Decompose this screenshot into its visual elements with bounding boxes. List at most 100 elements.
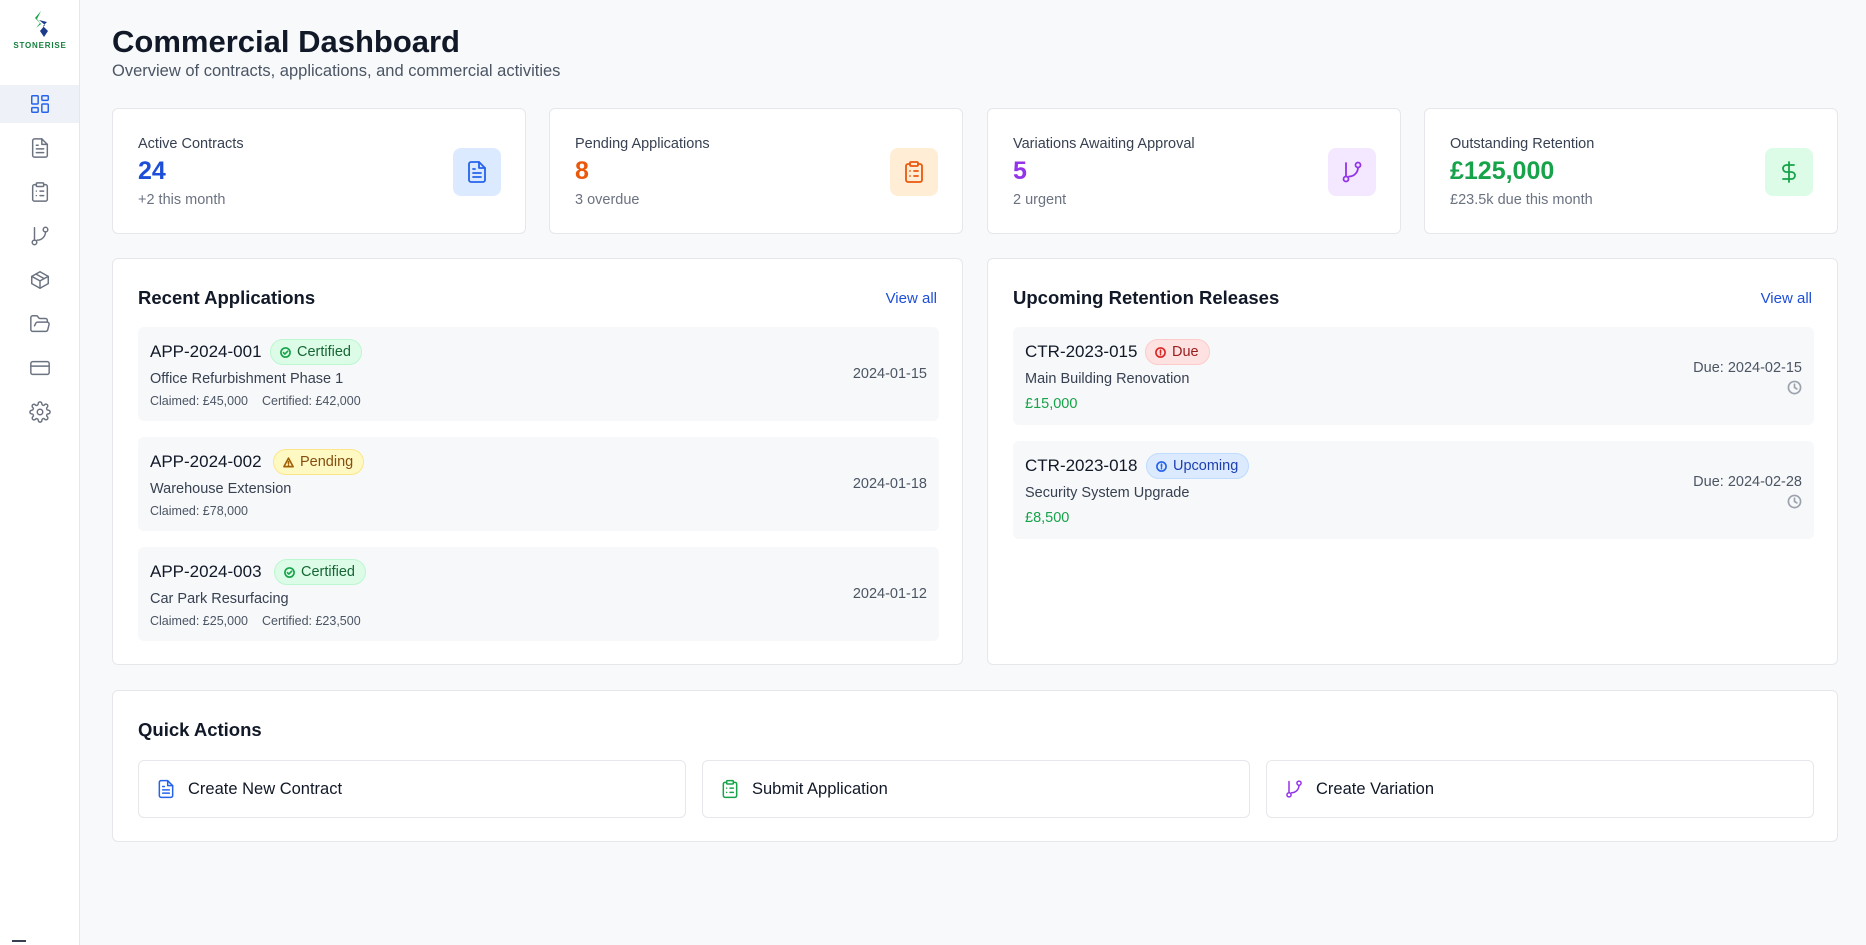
certified-amount: Certified: £42,000 (261, 394, 361, 408)
application-amounts: Claimed: £45,000 Certified: £42,000 (150, 394, 375, 408)
stat-label: Variations Awaiting Approval (1013, 136, 1195, 152)
sidebar-item-applications[interactable] (0, 173, 79, 211)
view-all-applications-link[interactable]: View all (886, 290, 937, 307)
application-id: APP-2024-003 (150, 562, 262, 581)
stat-subtext: 2 urgent (1013, 192, 1067, 208)
clipboard-list-icon (722, 779, 738, 799)
check-circle-icon (280, 346, 291, 358)
submit-application-button[interactable]: Submit Application (702, 760, 1250, 818)
stat-card-outstanding-retention[interactable]: Outstanding Retention £125,000 £23.5k du… (1424, 108, 1838, 234)
stat-subtext: +2 this month (138, 192, 226, 208)
panel-title: Quick Actions (138, 719, 262, 740)
stat-value: 8 (575, 157, 589, 185)
stat-label: Active Contracts (138, 136, 244, 152)
sidebar-item-dashboard[interactable] (0, 85, 79, 123)
panel-title: Upcoming Retention Releases (1013, 287, 1280, 308)
sidebar-item-packages[interactable] (0, 261, 79, 299)
application-id: APP-2024-002 (150, 452, 262, 471)
status-badge: Pending (273, 449, 365, 475)
gear-icon (28, 401, 51, 423)
application-date: 2024-01-18 (852, 476, 927, 492)
application-row[interactable]: APP-2024-001 Certified Office Refurbishm… (138, 327, 939, 421)
page-title: Commercial Dashboard (112, 24, 460, 59)
contract-id: CTR-2023-015 (1025, 342, 1138, 361)
stat-card-active-contracts[interactable]: Active Contracts 24 +2 this month (112, 108, 526, 234)
stat-card-pending-applications[interactable]: Pending Applications 8 3 overdue (549, 108, 963, 234)
clock-icon (1787, 380, 1802, 395)
sidebar-item-variations[interactable] (0, 217, 79, 255)
document-icon (158, 779, 174, 799)
stat-subtext: 3 overdue (575, 192, 640, 208)
claimed-amount: Claimed: £45,000 (150, 394, 248, 408)
git-branch-icon (1328, 148, 1376, 196)
git-branch-icon (30, 226, 49, 246)
clipboard-list-icon (890, 148, 938, 196)
application-name: Car Park Resurfacing (150, 591, 289, 607)
view-all-retention-link[interactable]: View all (1761, 290, 1812, 307)
retention-amount: £8,500 (1025, 510, 1070, 526)
stat-card-variations-awaiting[interactable]: Variations Awaiting Approval 5 2 urgent (987, 108, 1401, 234)
create-variation-button[interactable]: Create Variation (1266, 760, 1814, 818)
sidebar-item-payments[interactable] (0, 349, 79, 387)
retention-row[interactable]: CTR-2023-018 Upcoming Security System Up… (1013, 441, 1814, 539)
sidebar-item-settings[interactable] (0, 393, 79, 431)
contract-id: CTR-2023-018 (1025, 456, 1138, 475)
document-icon (31, 138, 48, 158)
info-circle-icon (1156, 460, 1167, 472)
button-label: Submit Application (752, 779, 888, 798)
button-label: Create New Contract (188, 779, 343, 798)
application-amounts: Claimed: £78,000 (150, 504, 262, 518)
stat-value: £125,000 (1450, 157, 1555, 185)
folder-open-icon (29, 315, 50, 333)
stat-label: Pending Applications (575, 136, 710, 152)
status-badge: Certified (274, 559, 366, 585)
recent-applications-panel: Recent Applications View all APP-2024-00… (112, 258, 963, 665)
document-icon (453, 148, 501, 196)
clock-icon (1787, 494, 1802, 509)
status-text: Due (1172, 344, 1199, 360)
due-date: Due: 2024-02-15 (1693, 360, 1802, 376)
dollar-icon (1765, 148, 1813, 196)
due-date: Due: 2024-02-28 (1693, 474, 1802, 490)
brand-logo[interactable]: STONERISE (8, 10, 72, 56)
contract-name: Main Building Renovation (1025, 371, 1190, 387)
status-text: Certified (301, 564, 355, 580)
application-date: 2024-01-12 (852, 586, 927, 602)
status-badge: Upcoming (1146, 453, 1250, 479)
application-row[interactable]: APP-2024-002 Pending Warehouse Extension… (138, 437, 939, 531)
application-name: Office Refurbishment Phase 1 (150, 371, 344, 387)
alert-circle-icon (1155, 346, 1166, 358)
status-badge: Due (1145, 339, 1210, 365)
panel-title: Recent Applications (138, 287, 316, 308)
sidebar-item-documents[interactable] (0, 305, 79, 343)
application-name: Warehouse Extension (150, 481, 292, 497)
git-branch-icon (1286, 780, 1302, 798)
credit-card-icon (29, 360, 50, 376)
retention-row[interactable]: CTR-2023-015 Due Main Building Renovatio… (1013, 327, 1814, 425)
stat-subtext: £23.5k due this month (1450, 192, 1593, 208)
dashboard-icon (30, 95, 49, 113)
application-row[interactable]: APP-2024-003 Certified Car Park Resurfac… (138, 547, 939, 641)
logo-text: STONERISE (13, 41, 67, 50)
button-label: Create Variation (1316, 779, 1435, 798)
certified-amount: Certified: £23,500 (261, 614, 361, 628)
clipboard-list-icon (31, 182, 48, 202)
status-text: Pending (300, 454, 354, 470)
application-date: 2024-01-15 (852, 366, 927, 382)
check-circle-icon (284, 566, 295, 578)
claimed-amount: Claimed: £78,000 (150, 504, 248, 518)
stonerise-logo-icon (35, 11, 48, 37)
warning-icon (283, 456, 294, 467)
sidebar-item-contracts[interactable] (0, 129, 79, 167)
application-amounts: Claimed: £25,000 Certified: £23,500 (150, 614, 375, 628)
sidebar-collapse-handle[interactable] (12, 940, 26, 942)
retention-releases-panel: Upcoming Retention Releases View all CTR… (987, 258, 1838, 665)
status-text: Certified (297, 344, 351, 360)
application-id: APP-2024-001 (150, 342, 262, 361)
page-subtitle: Overview of contracts, applications, and… (112, 62, 561, 80)
status-text: Upcoming (1173, 458, 1239, 474)
create-new-contract-button[interactable]: Create New Contract (138, 760, 686, 818)
contract-name: Security System Upgrade (1025, 485, 1190, 501)
stat-value: 5 (1013, 157, 1027, 185)
stat-label: Outstanding Retention (1450, 136, 1595, 152)
